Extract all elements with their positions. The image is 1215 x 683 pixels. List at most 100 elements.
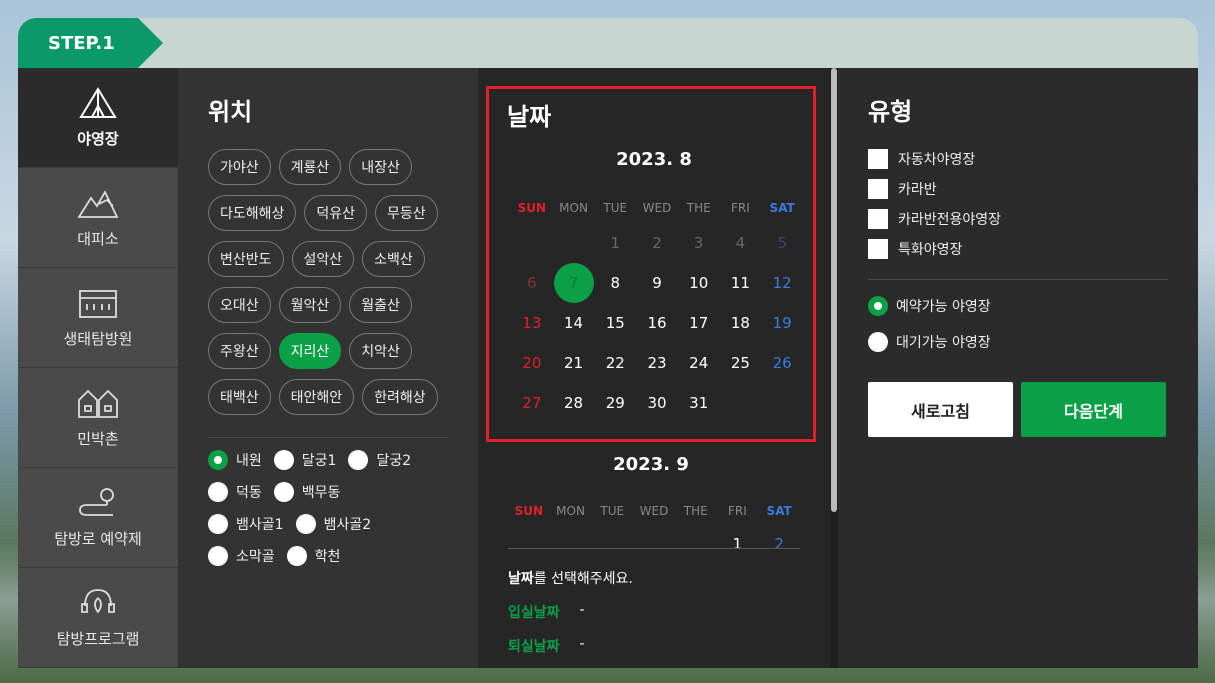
campsite-radio[interactable]: 뱀사골1: [208, 514, 284, 534]
calendar-day[interactable]: 15: [594, 303, 636, 343]
calendar-day[interactable]: 7: [553, 263, 595, 303]
calendar-day[interactable]: 2: [758, 524, 800, 548]
availability-radio[interactable]: 대기가능 야영장: [868, 332, 1168, 352]
date-scrollbar[interactable]: [830, 68, 838, 668]
calendar-day[interactable]: 6: [511, 263, 553, 303]
campsite-radio[interactable]: 덕동: [208, 482, 262, 502]
month-label-aug: 2023. 8: [616, 149, 692, 170]
radio-dot-icon: [273, 450, 294, 470]
radio-label: 대기가능 야영장: [896, 335, 991, 351]
tent-icon: [79, 87, 117, 118]
mountain-chip[interactable]: 가야산: [208, 149, 271, 185]
calendar-day[interactable]: 14: [553, 303, 595, 343]
sidebar-item-campsite[interactable]: 야영장: [18, 68, 178, 168]
checkbox-box[interactable]: [868, 239, 888, 259]
calendar-day[interactable]: 27: [511, 383, 553, 423]
calendar-day[interactable]: 3: [678, 223, 720, 263]
calendar-day[interactable]: 13: [511, 303, 553, 343]
sidebar-item-label: 대피소: [77, 230, 119, 248]
mountain-chip[interactable]: 내장산: [349, 149, 412, 185]
availability-radio[interactable]: 예약가능 야영장: [868, 296, 1168, 316]
calendar-day[interactable]: 22: [594, 343, 636, 383]
mountain-chip[interactable]: 변산반도: [208, 241, 284, 277]
mountain-chip[interactable]: 다도해해상: [208, 195, 297, 231]
campsite-radio[interactable]: 백무동: [273, 482, 340, 502]
sidebar: 야영장 대피소 생태탐방원 민박촌 탐방로 예약제 탐방프로그램: [18, 68, 178, 668]
calendar-day[interactable]: 5: [761, 223, 803, 263]
calendar-aug: SUN MON TUE WED THE FRI SAT 1 2 3 4 5 6 7 8 9 10 11 12 13 1…: [511, 201, 803, 423]
calendar-day[interactable]: 9: [636, 263, 678, 303]
radio-dot-icon: [348, 450, 369, 470]
mountain-chip[interactable]: 지리산: [278, 333, 342, 369]
radio-label: 뱀사골2: [323, 517, 372, 533]
weekday-label: SAT: [766, 504, 792, 518]
calendar-day[interactable]: 19: [761, 303, 803, 343]
calendar-day[interactable]: 4: [720, 223, 762, 263]
calendar-day[interactable]: 28: [553, 383, 595, 423]
mountain-chip[interactable]: 태안해안: [278, 379, 355, 415]
calendar-day[interactable]: 18: [720, 303, 762, 343]
campsite-radio[interactable]: 달궁2: [348, 450, 411, 470]
campsite-radio[interactable]: 뱀사골2: [295, 514, 372, 534]
calendar-day[interactable]: 26: [761, 343, 803, 383]
type-checkbox[interactable]: 카라반전용야영장: [868, 209, 1168, 229]
checkbox-box[interactable]: [868, 179, 888, 199]
calendar-day[interactable]: 2: [636, 223, 678, 263]
calendar-day[interactable]: 12: [761, 263, 803, 303]
type-checkbox[interactable]: 카라반: [868, 179, 1168, 199]
radio-label: 덕동: [236, 485, 262, 501]
mountain-chip[interactable]: 치악산: [349, 333, 412, 369]
mountain-chip[interactable]: 월악산: [278, 287, 342, 323]
type-checkbox[interactable]: 자동차야영장: [868, 149, 1168, 169]
calendar-day[interactable]: 11: [720, 263, 762, 303]
calendar-day[interactable]: 17: [678, 303, 720, 343]
calendar-day[interactable]: 31: [678, 383, 720, 423]
calendar-day[interactable]: 20: [511, 343, 553, 383]
sidebar-item-program[interactable]: 탐방프로그램: [18, 568, 178, 668]
radio-dot-icon: [208, 514, 228, 534]
date-selection-info: 날짜를 선택해주세요. 입실날짜 - 퇴실날짜 -: [508, 568, 633, 656]
mountain-chip[interactable]: 주왕산: [208, 333, 271, 369]
refresh-button[interactable]: 새로고침: [868, 382, 1013, 437]
radio-label: 뱀사골1: [236, 517, 284, 533]
mountain-chip[interactable]: 무등산: [375, 195, 438, 231]
calendar-day[interactable]: 21: [553, 343, 595, 383]
sidebar-item-eco-center[interactable]: 생태탐방원: [18, 268, 178, 368]
weekday-label: SUN: [514, 504, 544, 518]
mountain-chip[interactable]: 태백산: [208, 379, 271, 415]
next-step-button[interactable]: 다음단계: [1021, 382, 1166, 437]
mountain-chip[interactable]: 설악산: [291, 241, 355, 277]
radio-label: 달궁1: [301, 453, 337, 469]
type-checkbox[interactable]: 특화야영장: [868, 239, 1168, 259]
mountain-chip[interactable]: 오대산: [208, 287, 271, 323]
campsite-radio[interactable]: 학천: [286, 546, 340, 566]
mountain-chip[interactable]: 소백산: [362, 241, 425, 277]
calendar-day[interactable]: 10: [678, 263, 720, 303]
scrollbar-thumb[interactable]: [831, 68, 837, 512]
campsite-radio[interactable]: 소막골: [208, 546, 275, 566]
calendar-day[interactable]: 1: [594, 223, 636, 263]
availability-radio-group: 예약가능 야영장대기가능 야영장: [868, 296, 1168, 352]
calendar-day[interactable]: 30: [636, 383, 678, 423]
mountain-chip[interactable]: 한려해상: [362, 379, 438, 415]
mountain-chip[interactable]: 덕유산: [304, 195, 368, 231]
sidebar-item-trail-reservation[interactable]: 탐방로 예약제: [18, 468, 178, 568]
weekday-label: TUE: [600, 504, 625, 518]
calendar-day[interactable]: 29: [594, 383, 636, 423]
calendar-day[interactable]: 24: [678, 343, 720, 383]
calendar-day[interactable]: 23: [636, 343, 678, 383]
sidebar-item-label: 탐방프로그램: [56, 630, 140, 648]
campsite-radio[interactable]: 내원: [208, 450, 262, 470]
step-label: STEP.1: [18, 18, 163, 68]
checkbox-box[interactable]: [868, 149, 888, 169]
calendar-day[interactable]: 8: [594, 263, 636, 303]
mountain-chip[interactable]: 계룡산: [278, 149, 342, 185]
calendar-day[interactable]: 16: [636, 303, 678, 343]
calendar-day[interactable]: 25: [720, 343, 762, 383]
mountain-chip[interactable]: 월출산: [349, 287, 412, 323]
calendar-day[interactable]: 1: [717, 524, 759, 548]
sidebar-item-shelter[interactable]: 대피소: [18, 168, 178, 268]
sidebar-item-minbak[interactable]: 민박촌: [18, 368, 178, 468]
campsite-radio[interactable]: 달궁1: [273, 450, 337, 470]
checkbox-box[interactable]: [868, 209, 888, 229]
